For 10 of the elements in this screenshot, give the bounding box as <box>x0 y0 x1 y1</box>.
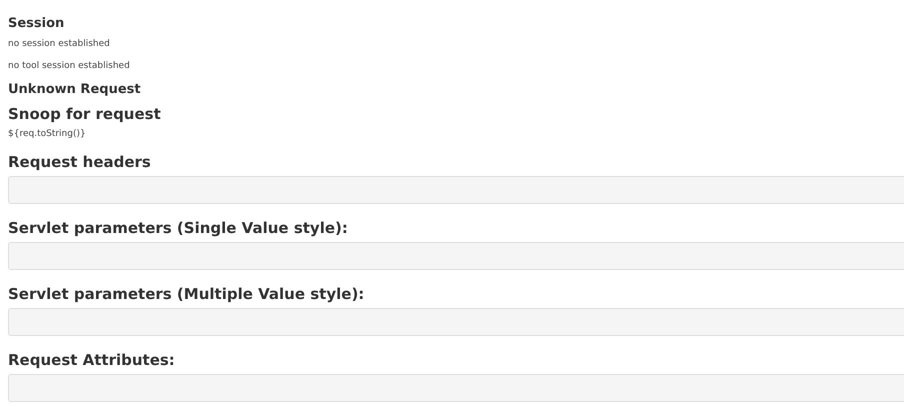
session-heading: Session <box>8 16 66 32</box>
section-heading: Request headers <box>8 152 152 172</box>
snoop-heading: Snoop for request <box>8 104 162 124</box>
session-status-text: no tool session established <box>8 60 131 72</box>
session-status-text: no session established <box>8 38 111 50</box>
section-heading: Request Attributes: <box>8 350 176 370</box>
request-heading: Unknown Request <box>8 82 142 98</box>
request-expression-text: ${req.toString()} <box>8 128 87 140</box>
section-heading: Servlet parameters (Multiple Value style): <box>8 284 366 304</box>
section-heading: Servlet parameters (Single Value style): <box>8 218 349 238</box>
